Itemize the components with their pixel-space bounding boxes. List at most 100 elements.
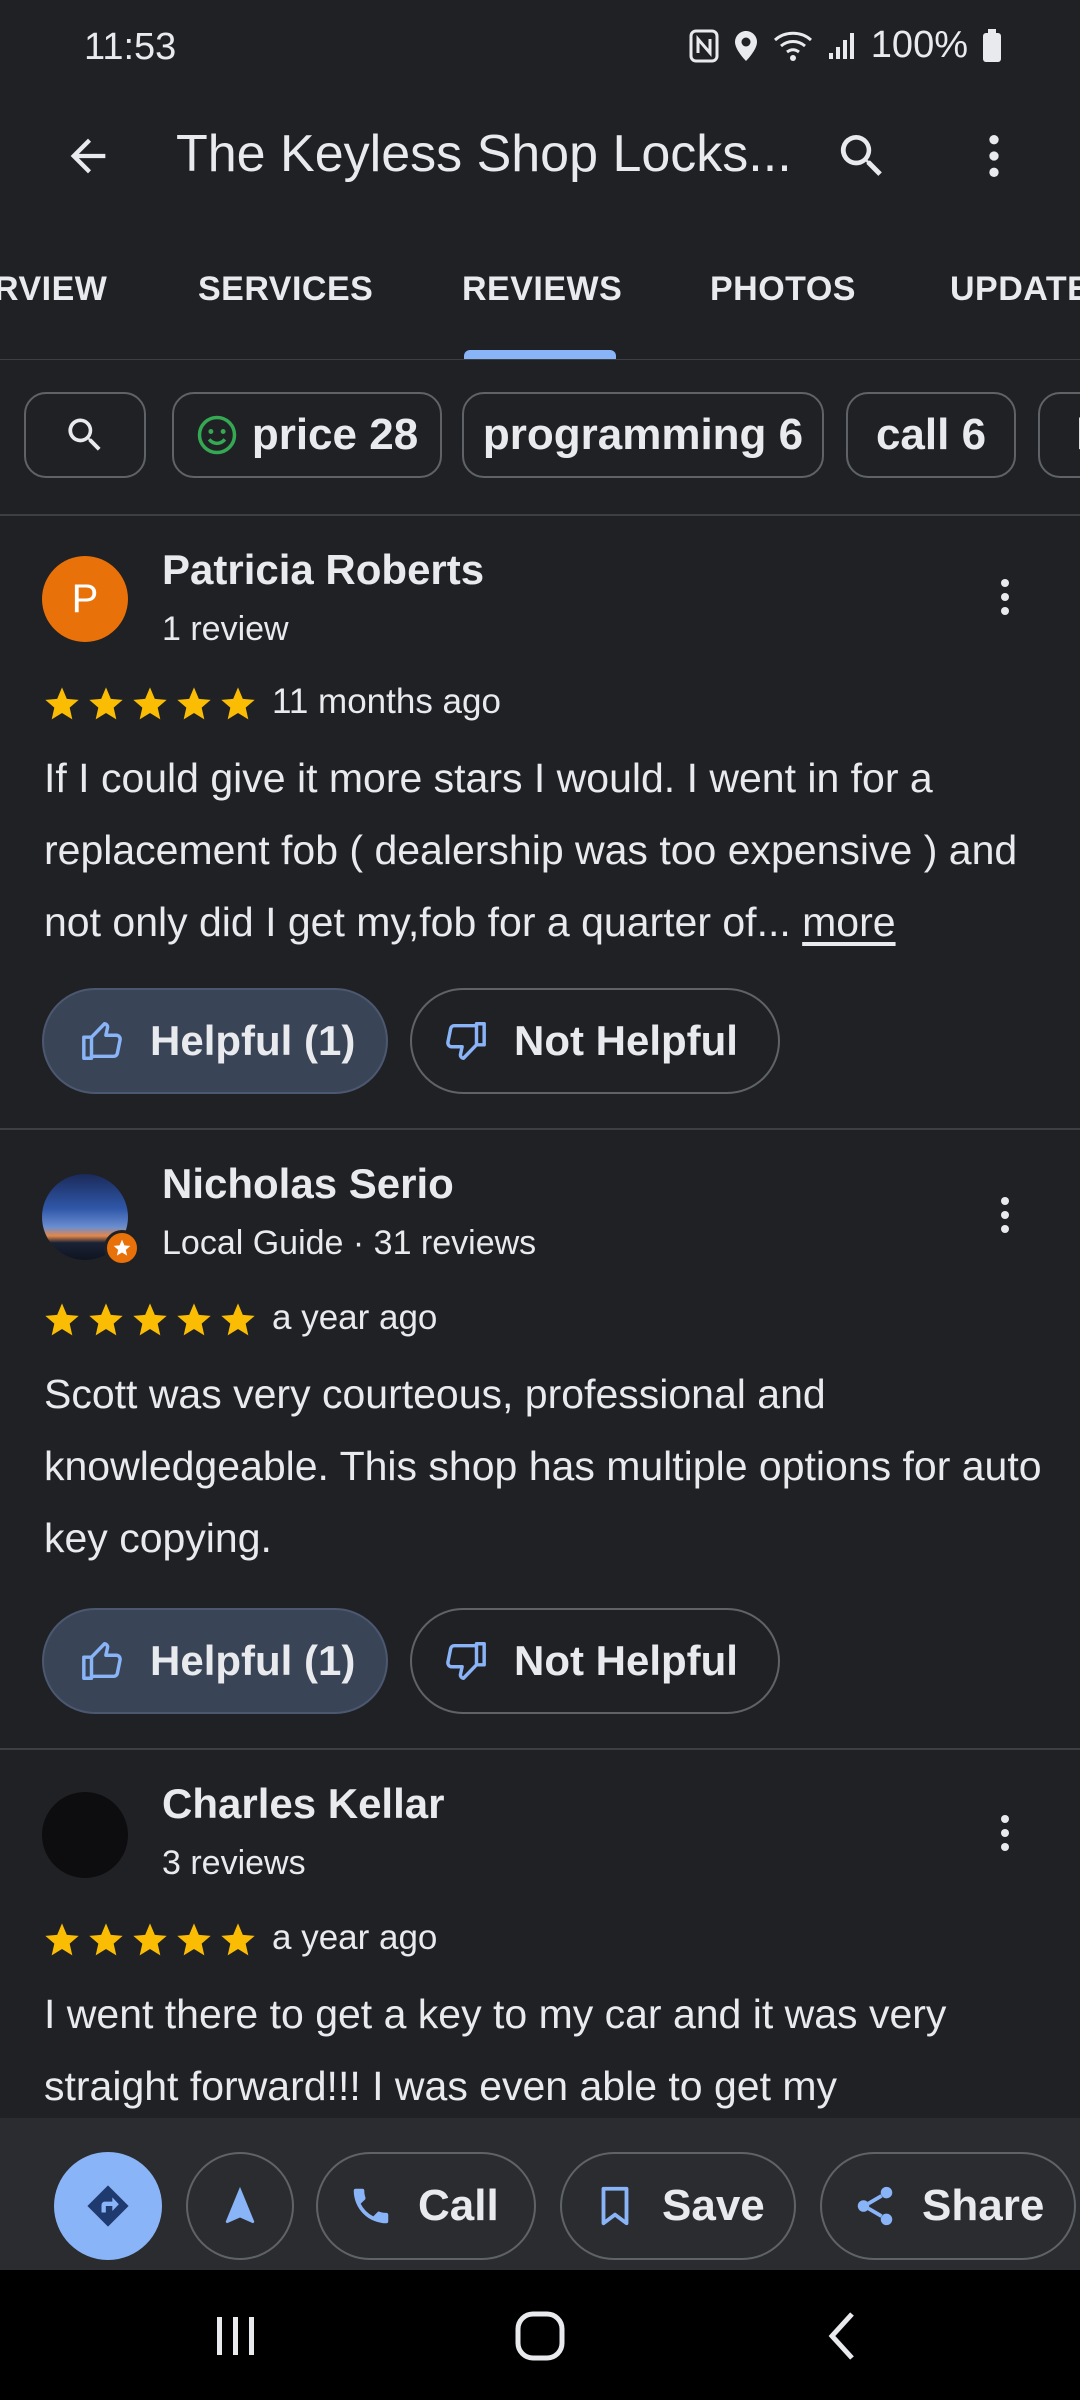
home-icon [515,2311,565,2361]
location-icon [733,29,759,63]
star-icon [89,1303,123,1336]
search-icon [840,135,882,176]
tab-updates[interactable]: UPDATE [950,270,1080,309]
chip-label: price 28 [251,410,419,459]
review-card: P Patricia Roberts 1 review 11 months ag… [0,516,1080,1130]
chip-call[interactable]: call 6 [846,392,1016,478]
star-icon [221,1923,255,1956]
battery-text: 100% [870,24,968,66]
avatar-letter: P [71,576,99,621]
navigation-arrow-icon [225,2186,255,2224]
review-more-button[interactable] [976,1180,1034,1250]
star-icon [133,1923,167,1956]
review-text: Scott was very courteous, professional a… [44,1371,1042,1561]
not-helpful-button[interactable]: Not Helpful [410,988,780,1094]
recent-apps-button[interactable] [196,2306,276,2366]
system-navigation-bar [0,2270,1080,2400]
back-button[interactable] [52,120,124,192]
helpful-button[interactable]: Helpful (1) [42,988,388,1094]
tab-services[interactable]: SERVICES [198,270,373,309]
app-bar: The Keyless Shop Locks... [0,96,1080,216]
home-button[interactable] [500,2306,580,2366]
more-vert-icon [1001,1197,1009,1233]
reviewer-name[interactable]: Nicholas Serio [162,1160,454,1208]
helpful-label: Helpful (1) [150,1637,356,1684]
reviewer-name[interactable]: Patricia Roberts [162,546,484,594]
directions-button[interactable] [54,2152,162,2260]
save-button[interactable]: Save [560,2152,796,2260]
thumb-down-icon [446,1022,486,1060]
directions-icon [87,2185,129,2227]
signal-icon [827,31,857,61]
chip-more[interactable]: k [1038,392,1080,478]
star-icon [113,1239,131,1256]
star-rating [42,684,258,724]
review-date: a year ago [272,1918,438,1957]
star-icon [177,1923,211,1956]
star-icon [45,687,79,720]
star-icon [221,1303,255,1336]
not-helpful-button[interactable]: Not Helpful [410,1608,780,1714]
smiley-icon [197,415,237,455]
review-text: If I could give it more stars I would. I… [44,742,1044,958]
review-more-button[interactable] [976,1798,1034,1868]
active-tab-indicator [464,350,616,359]
chip-label: call 6 [875,410,987,459]
chevron-left-icon [828,2312,854,2360]
chip-search[interactable] [24,392,146,478]
helpful-label: Helpful (1) [150,1017,356,1064]
star-rating [42,1300,258,1340]
call-button[interactable]: Call [316,2152,536,2260]
start-navigation-button[interactable] [186,2152,294,2260]
thumb-down-icon [446,1642,486,1680]
star-icon [89,1923,123,1956]
reviewer-meta: 3 reviews [162,1844,306,1882]
more-vert-icon [1001,1815,1009,1851]
review-more-button[interactable] [976,562,1034,632]
share-icon [857,2186,893,2226]
call-label: Call [418,2181,499,2230]
more-vert-icon [989,135,999,177]
page-title: The Keyless Shop Locks... [176,125,792,183]
more-link[interactable]: more [802,899,895,945]
chip-price[interactable]: price 28 [172,392,442,478]
review-date: 11 months ago [272,682,501,721]
helpful-button[interactable]: Helpful (1) [42,1608,388,1714]
reviewer-name[interactable]: Charles Kellar [162,1780,444,1828]
recent-apps-icon [217,2317,254,2355]
tab-overview[interactable]: RVIEW [0,270,107,309]
not-helpful-label: Not Helpful [514,1637,738,1684]
status-time: 11:53 [84,26,177,68]
star-icon [45,1923,79,1956]
avatar[interactable]: P [42,556,128,642]
share-button[interactable]: Share [820,2152,1076,2260]
chip-label: k [1076,410,1080,460]
battery-icon [982,28,1002,63]
review-text: I went there to get a key to my car and … [44,1991,947,2109]
more-vert-icon [1001,579,1009,615]
reviewer-meta: Local Guide · 31 reviews [162,1224,537,1262]
chip-programming[interactable]: programming 6 [462,392,824,478]
more-options-button[interactable] [958,120,1030,192]
review-card: Charles Kellar 3 reviews a year ago I we… [0,1750,1080,2118]
chip-label: programming 6 [482,410,804,459]
status-bar: 11:53 100% [0,0,1080,96]
system-back-button[interactable] [802,2306,882,2366]
reviewer-meta: 1 review [162,610,289,648]
search-button[interactable] [826,120,898,192]
star-icon [133,687,167,720]
not-helpful-label: Not Helpful [514,1017,738,1064]
star-icon [45,1303,79,1336]
tab-bar: RVIEW SERVICES REVIEWS PHOTOS UPDATE [0,216,1080,360]
star-icon [133,1303,167,1336]
tab-reviews[interactable]: REVIEWS [462,270,622,309]
share-label: Share [922,2181,1045,2230]
tab-photos[interactable]: PHOTOS [710,270,856,309]
local-guide-badge [104,1230,140,1266]
star-icon [177,1303,211,1336]
avatar[interactable] [42,1792,128,1878]
review-filter-chips: price 28 programming 6 call 6 k [0,360,1080,516]
wifi-icon [773,30,813,62]
status-icons: 100% [689,24,1002,67]
star-icon [89,687,123,720]
